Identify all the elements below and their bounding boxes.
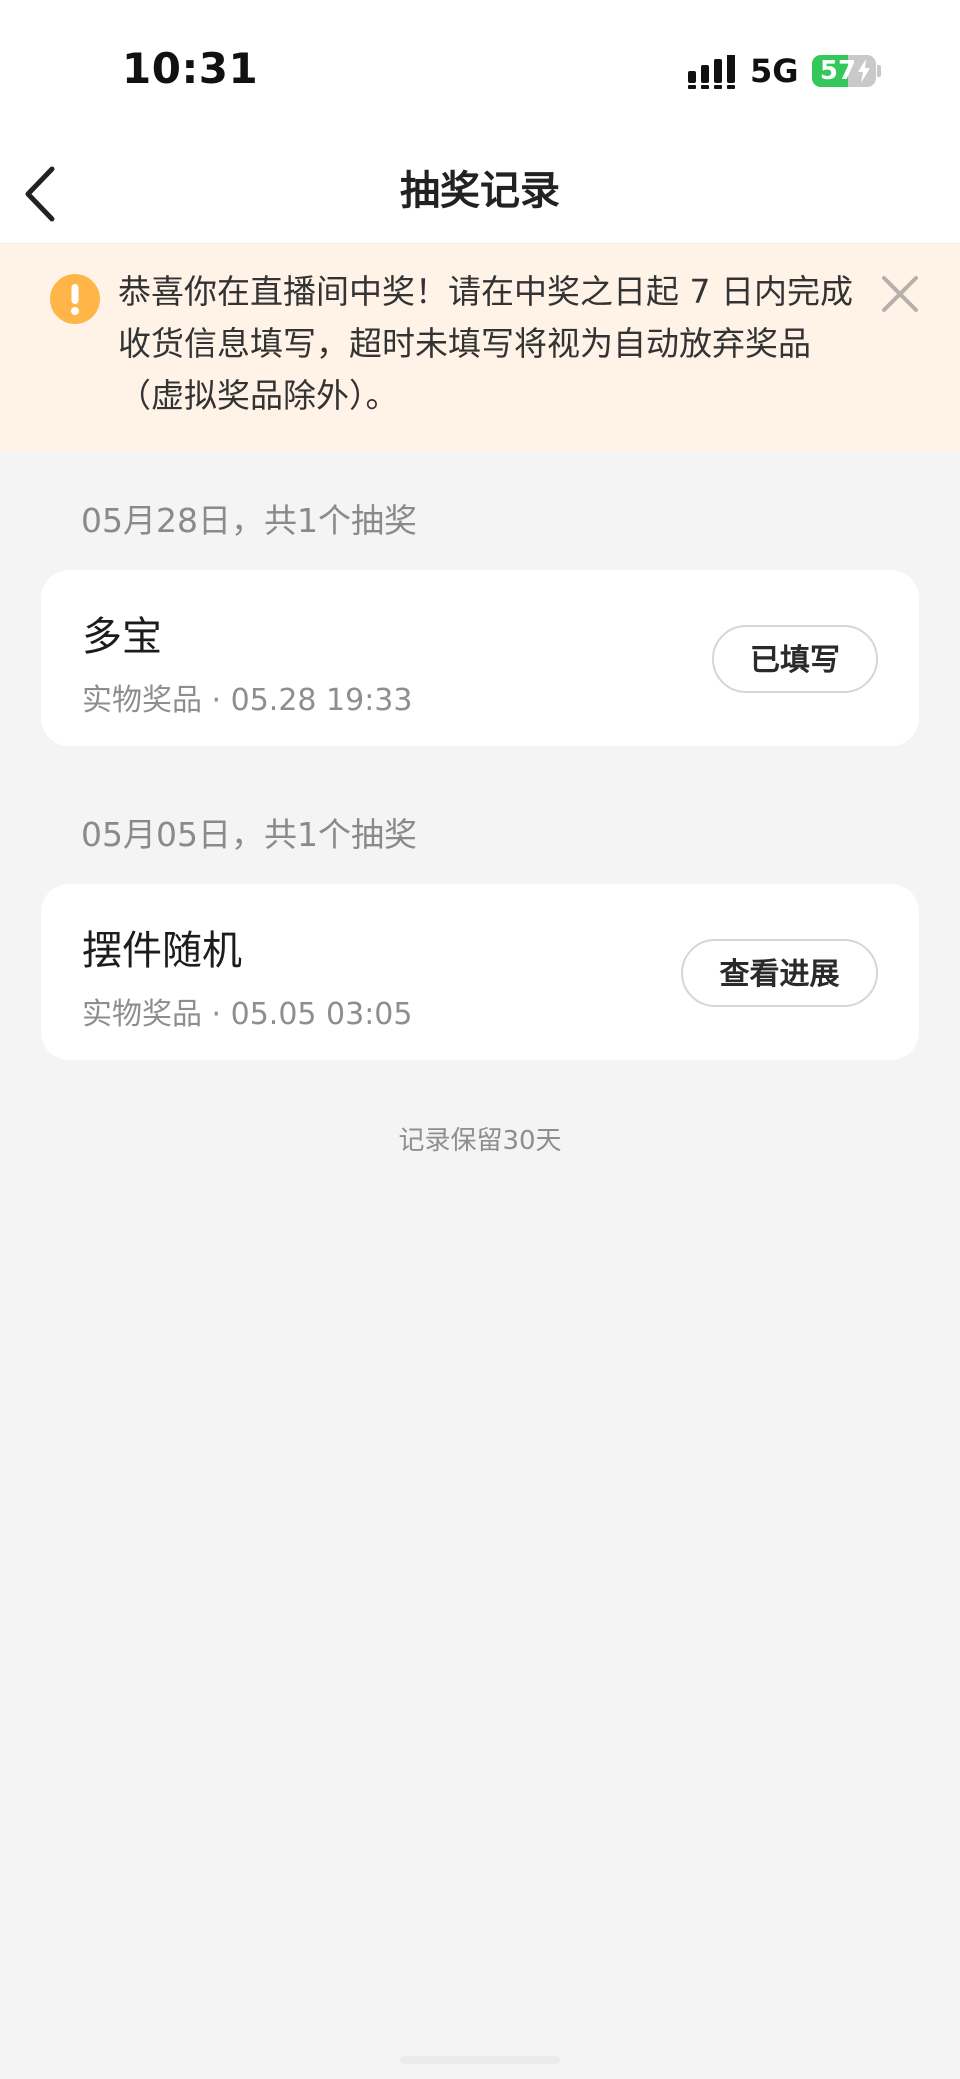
network-type: 5G [750,52,799,90]
battery-icon: 57 [812,55,876,87]
battery-level: 57 [819,56,857,86]
back-button[interactable] [10,152,80,232]
notice-banner: 恭喜你在直播间中奖！请在中奖之日起 7 日内完成收货信息填写，超时未填写将视为自… [0,244,960,451]
filled-button[interactable]: 已填写 [712,625,878,693]
charging-bolt-icon [858,59,870,83]
view-progress-button[interactable]: 查看进展 [681,939,878,1007]
footer-note: 记录保留30天 [398,1126,562,1156]
prize-name: 多宝 [82,614,162,660]
prize-card[interactable]: 多宝 实物奖品 · 05.28 19:33 已填写 [41,570,919,746]
prize-card[interactable]: 摆件随机 实物奖品 · 05.05 03:05 查看进展 [41,884,919,1060]
prize-meta: 实物奖品 · 05.28 19:33 [82,683,413,718]
warning-icon [50,274,100,324]
page-title: 抽奖记录 [400,168,560,214]
prize-name: 摆件随机 [82,928,242,974]
close-icon [882,276,918,312]
status-bar: 10:31 5G 57 [0,0,960,140]
status-time: 10:31 [122,44,259,93]
prize-meta: 实物奖品 · 05.05 03:05 [82,997,413,1032]
date-header: 05月28日，共1个抽奖 [81,501,417,540]
signal-icon [688,55,735,89]
battery-cap [877,65,881,77]
chevron-left-icon [25,166,55,222]
home-indicator [400,2056,560,2064]
close-button[interactable] [876,270,924,318]
nav-bar: 抽奖记录 [0,140,960,244]
date-header: 05月05日，共1个抽奖 [81,815,417,854]
notice-text: 恭喜你在直播间中奖！请在中奖之日起 7 日内完成收货信息填写，超时未填写将视为自… [118,272,853,415]
